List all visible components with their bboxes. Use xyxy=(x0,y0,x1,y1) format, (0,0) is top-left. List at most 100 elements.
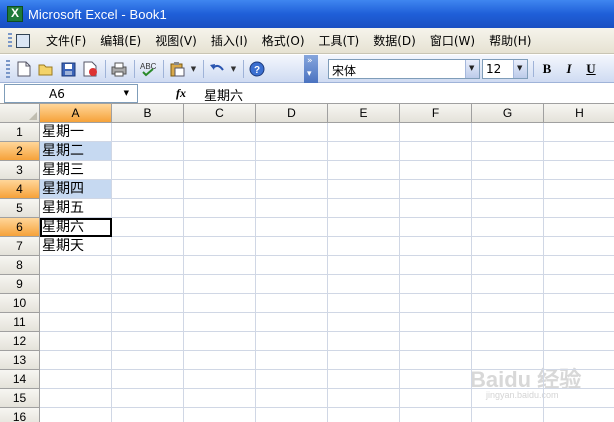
permission-icon[interactable] xyxy=(80,59,100,79)
name-box-dropdown-icon[interactable]: ▼ xyxy=(124,89,129,97)
cell-b7[interactable] xyxy=(112,237,184,256)
cell-b9[interactable] xyxy=(112,275,184,294)
worksheet-grid[interactable]: Baidu 经验 jingyan.baidu.com A B C D E F G H 1 星期一 2… xyxy=(0,104,614,422)
cell-g7[interactable] xyxy=(472,237,544,256)
cell-g13[interactable] xyxy=(472,351,544,370)
row-header-14[interactable]: 14 xyxy=(0,370,40,389)
cell-e10[interactable] xyxy=(328,294,400,313)
cell-f4[interactable] xyxy=(400,180,472,199)
cell-f15[interactable] xyxy=(400,389,472,408)
excel-app-icon[interactable] xyxy=(7,6,23,22)
menubar-grip-icon[interactable] xyxy=(8,32,12,49)
cell-e5[interactable] xyxy=(328,199,400,218)
row-header-4[interactable]: 4 xyxy=(0,180,40,199)
cell-h7[interactable] xyxy=(544,237,614,256)
cell-b15[interactable] xyxy=(112,389,184,408)
open-folder-icon[interactable] xyxy=(36,59,56,79)
cell-h6[interactable] xyxy=(544,218,614,237)
cell-f7[interactable] xyxy=(400,237,472,256)
cell-f2[interactable] xyxy=(400,142,472,161)
menu-format[interactable]: 格式(O) xyxy=(256,30,311,52)
cell-g9[interactable] xyxy=(472,275,544,294)
cell-c2[interactable] xyxy=(184,142,256,161)
cell-h10[interactable] xyxy=(544,294,614,313)
cell-d5[interactable] xyxy=(256,199,328,218)
cell-g12[interactable] xyxy=(472,332,544,351)
cell-b3[interactable] xyxy=(112,161,184,180)
cell-f1[interactable] xyxy=(400,123,472,142)
cell-d7[interactable] xyxy=(256,237,328,256)
cell-e9[interactable] xyxy=(328,275,400,294)
cell-b14[interactable] xyxy=(112,370,184,389)
cell-h12[interactable] xyxy=(544,332,614,351)
save-icon[interactable] xyxy=(58,59,78,79)
cell-f3[interactable] xyxy=(400,161,472,180)
cell-e16[interactable] xyxy=(328,408,400,422)
cell-f10[interactable] xyxy=(400,294,472,313)
cell-e4[interactable] xyxy=(328,180,400,199)
cell-b16[interactable] xyxy=(112,408,184,422)
cell-b8[interactable] xyxy=(112,256,184,275)
font-size-select[interactable]: 12 xyxy=(482,59,528,79)
undo-dropdown-icon[interactable]: ▼ xyxy=(229,59,238,79)
cell-h5[interactable] xyxy=(544,199,614,218)
cell-f12[interactable] xyxy=(400,332,472,351)
font-size-dropdown-icon[interactable] xyxy=(513,60,527,78)
cell-a13[interactable] xyxy=(40,351,112,370)
cell-g15[interactable] xyxy=(472,389,544,408)
cell-a8[interactable] xyxy=(40,256,112,275)
row-header-9[interactable]: 9 xyxy=(0,275,40,294)
cell-h4[interactable] xyxy=(544,180,614,199)
cell-a6[interactable]: 星期六 xyxy=(40,218,112,237)
cell-g11[interactable] xyxy=(472,313,544,332)
insert-function-icon[interactable]: fx xyxy=(176,86,186,101)
cell-a11[interactable] xyxy=(40,313,112,332)
cell-c9[interactable] xyxy=(184,275,256,294)
column-header-g[interactable]: G xyxy=(472,104,544,123)
cell-h8[interactable] xyxy=(544,256,614,275)
cell-d6[interactable] xyxy=(256,218,328,237)
cell-b1[interactable] xyxy=(112,123,184,142)
cell-a15[interactable] xyxy=(40,389,112,408)
row-header-13[interactable]: 13 xyxy=(0,351,40,370)
cell-h1[interactable] xyxy=(544,123,614,142)
toolbar-grip-icon[interactable] xyxy=(6,60,10,78)
cell-e6[interactable] xyxy=(328,218,400,237)
cell-c4[interactable] xyxy=(184,180,256,199)
cell-b6[interactable] xyxy=(112,218,184,237)
menu-view[interactable]: 视图(V) xyxy=(149,30,203,52)
row-header-12[interactable]: 12 xyxy=(0,332,40,351)
cell-a7[interactable]: 星期天 xyxy=(40,237,112,256)
spelling-icon[interactable]: ABC xyxy=(138,59,158,79)
cell-d14[interactable] xyxy=(256,370,328,389)
cell-b10[interactable] xyxy=(112,294,184,313)
menu-insert[interactable]: 插入(I) xyxy=(205,30,254,52)
cell-f5[interactable] xyxy=(400,199,472,218)
menu-tools[interactable]: 工具(T) xyxy=(313,30,366,52)
cell-b12[interactable] xyxy=(112,332,184,351)
cell-d1[interactable] xyxy=(256,123,328,142)
cell-e13[interactable] xyxy=(328,351,400,370)
menu-help[interactable]: 帮助(H) xyxy=(483,30,537,52)
new-file-icon[interactable] xyxy=(14,59,34,79)
column-header-b[interactable]: B xyxy=(112,104,184,123)
cell-g16[interactable] xyxy=(472,408,544,422)
row-header-2[interactable]: 2 xyxy=(0,142,40,161)
cell-b13[interactable] xyxy=(112,351,184,370)
cell-d11[interactable] xyxy=(256,313,328,332)
cell-g2[interactable] xyxy=(472,142,544,161)
row-header-3[interactable]: 3 xyxy=(0,161,40,180)
cell-e7[interactable] xyxy=(328,237,400,256)
row-header-6[interactable]: 6 xyxy=(0,218,40,237)
cell-d4[interactable] xyxy=(256,180,328,199)
bold-button[interactable]: B xyxy=(538,60,556,78)
cell-h9[interactable] xyxy=(544,275,614,294)
cell-d10[interactable] xyxy=(256,294,328,313)
cell-b2[interactable] xyxy=(112,142,184,161)
cell-a3[interactable]: 星期三 xyxy=(40,161,112,180)
cell-b4[interactable] xyxy=(112,180,184,199)
cell-e12[interactable] xyxy=(328,332,400,351)
cell-h16[interactable] xyxy=(544,408,614,422)
cell-f16[interactable] xyxy=(400,408,472,422)
row-header-10[interactable]: 10 xyxy=(0,294,40,313)
